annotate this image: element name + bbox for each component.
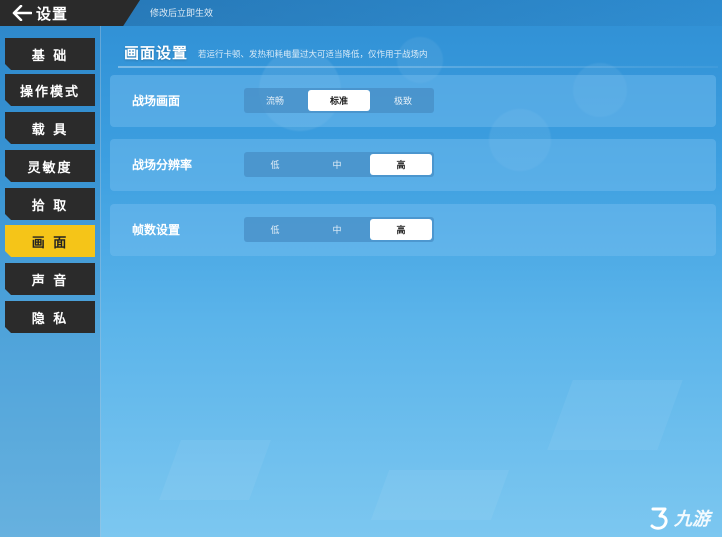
option-high[interactable]: 高	[370, 154, 432, 175]
floor-tile	[370, 470, 510, 520]
watermark-text: 九游	[674, 509, 710, 530]
sidebar-item-privacy[interactable]: 隐 私	[5, 301, 95, 333]
title-bar: 设置	[0, 0, 140, 26]
section-divider	[118, 66, 718, 68]
section-note: 若运行卡顿、发热和耗电量过大可适当降低，仅作用于战场内	[198, 50, 428, 60]
setting-label: 帧数设置	[132, 223, 181, 237]
sidebar: 基 础 操作模式 载 具 灵敏度 拾 取 画 面 声 音 隐 私	[0, 26, 101, 537]
header-note: 修改后立即生效	[150, 9, 214, 19]
option-smooth[interactable]: 流畅	[244, 88, 306, 113]
option-low[interactable]: 低	[244, 217, 306, 242]
setting-label: 战场画面	[132, 94, 181, 108]
floor-tile	[547, 380, 683, 450]
sidebar-item-label: 隐 私	[31, 311, 69, 327]
floor-tile	[159, 440, 271, 500]
sidebar-item-basic[interactable]: 基 础	[5, 38, 95, 70]
sidebar-item-pickup[interactable]: 拾 取	[5, 188, 95, 220]
sidebar-item-label: 载 具	[31, 122, 69, 138]
option-medium[interactable]: 中	[306, 152, 368, 177]
watermark-logo-icon	[650, 507, 668, 530]
sidebar-item-label: 灵敏度	[27, 160, 73, 176]
section-title: 画面设置	[124, 44, 189, 62]
segmented-control: 低 中 高	[244, 217, 434, 242]
sidebar-item-graphics[interactable]: 画 面	[5, 225, 95, 257]
sidebar-item-label: 声 音	[31, 273, 69, 289]
sidebar-item-label: 操作模式	[19, 84, 80, 100]
back-button[interactable]	[4, 0, 40, 26]
segmented-control: 低 中 高	[244, 152, 434, 177]
option-standard[interactable]: 标准	[308, 90, 370, 111]
setting-label: 战场分辨率	[132, 158, 193, 172]
option-ultra[interactable]: 极致	[372, 88, 434, 113]
setting-row-frame-rate: 帧数设置 低 中 高	[110, 204, 716, 256]
watermark: 九游	[646, 505, 710, 531]
option-low[interactable]: 低	[244, 152, 306, 177]
back-arrow-icon	[12, 5, 32, 21]
sidebar-item-label: 画 面	[31, 235, 69, 251]
sidebar-item-control-mode[interactable]: 操作模式	[5, 74, 95, 106]
sidebar-item-sound[interactable]: 声 音	[5, 263, 95, 295]
option-medium[interactable]: 中	[306, 217, 368, 242]
option-high[interactable]: 高	[370, 219, 432, 240]
setting-row-battle-resolution: 战场分辨率 低 中 高	[110, 139, 716, 191]
sidebar-item-label: 拾 取	[31, 198, 69, 214]
sidebar-item-vehicle[interactable]: 载 具	[5, 112, 95, 144]
sidebar-item-sensitivity[interactable]: 灵敏度	[5, 150, 95, 182]
setting-row-battle-graphics: 战场画面 流畅 标准 极致	[110, 75, 716, 127]
page-title: 设置	[36, 4, 69, 23]
segmented-control: 流畅 标准 极致	[244, 88, 434, 113]
sidebar-item-label: 基 础	[31, 48, 69, 64]
